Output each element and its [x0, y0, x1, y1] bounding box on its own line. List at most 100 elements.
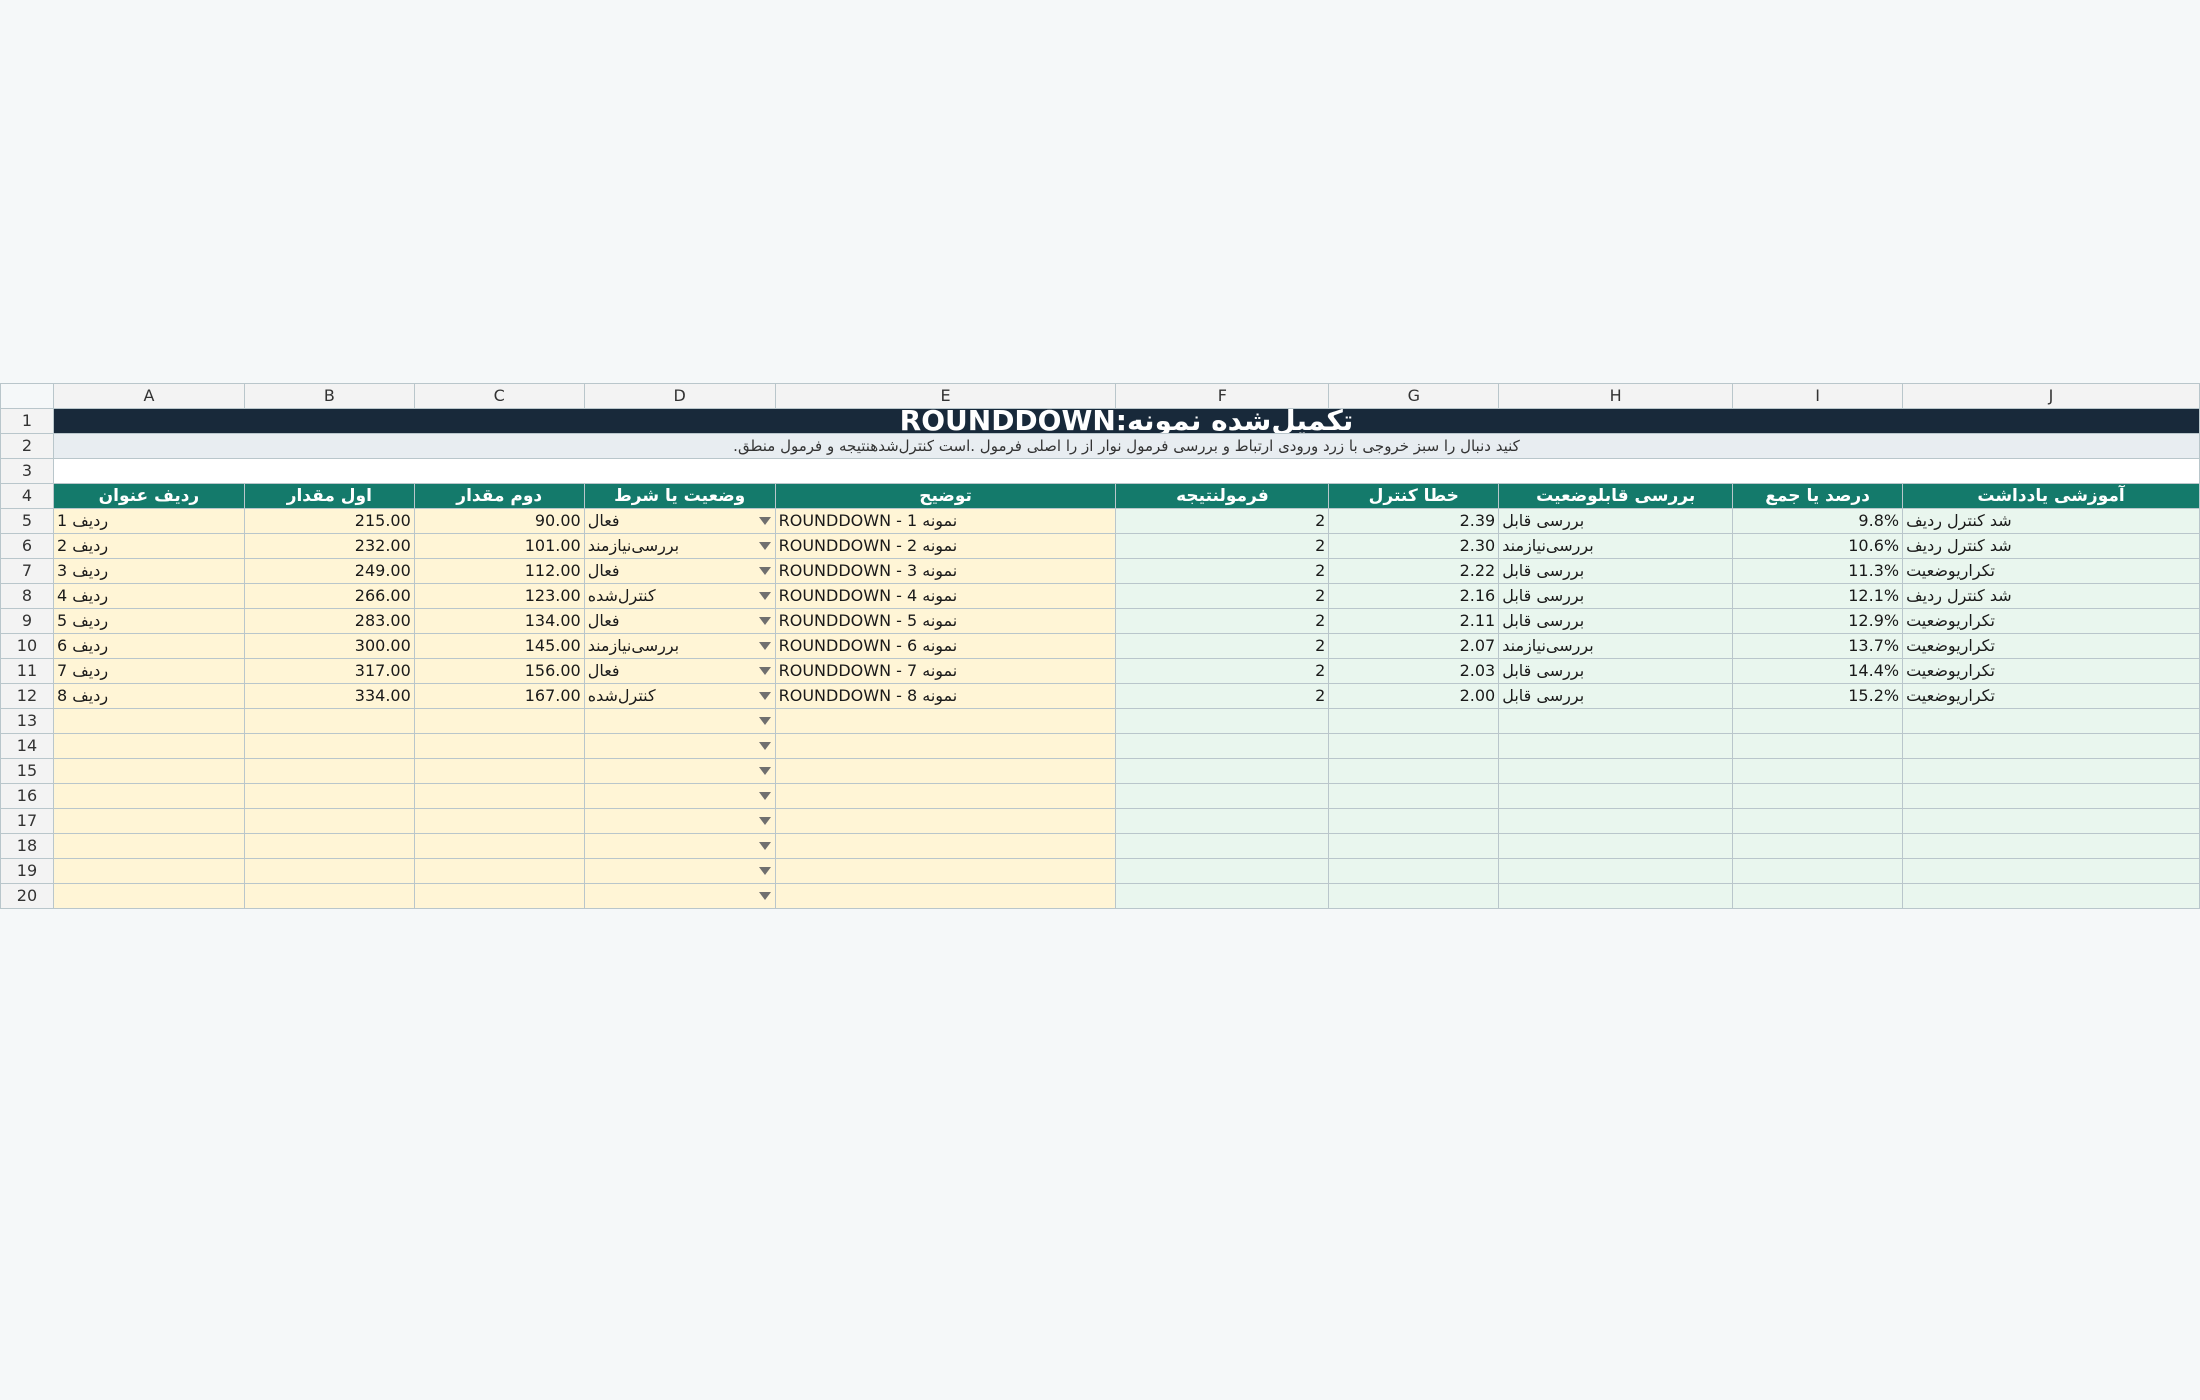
- cell-description[interactable]: ROUNDDOWN - 8 نمونه: [774, 683, 1117, 709]
- cell-status[interactable]: [583, 833, 776, 859]
- header-status[interactable]: وضعیت یا شرط: [583, 483, 776, 509]
- cell-value-1[interactable]: [243, 733, 415, 759]
- cell-review-status[interactable]: بررسی قابل: [1498, 608, 1734, 634]
- row-header[interactable]: 8: [0, 583, 54, 609]
- cell-value-2[interactable]: [413, 758, 585, 784]
- cell-row-title[interactable]: 1 ردیف: [52, 508, 245, 534]
- cell-percent[interactable]: [1732, 783, 1904, 809]
- row-header[interactable]: 3: [0, 458, 54, 484]
- cell-note[interactable]: [1902, 808, 2200, 834]
- row-header[interactable]: 19: [0, 858, 54, 884]
- cell-error-check[interactable]: 2.39: [1328, 508, 1500, 534]
- cell-status[interactable]: بررسی‌نیازمند: [583, 633, 776, 659]
- empty-cell[interactable]: [52, 458, 2200, 484]
- cell-description[interactable]: [774, 883, 1117, 909]
- row-header[interactable]: 11: [0, 658, 54, 684]
- cell-note[interactable]: [1902, 708, 2200, 734]
- column-header-g[interactable]: G: [1328, 383, 1500, 409]
- cell-review-status[interactable]: [1498, 833, 1734, 859]
- cell-value-1[interactable]: 283.00: [243, 608, 415, 634]
- cell-row-title[interactable]: 7 ردیف: [52, 658, 245, 684]
- cell-description[interactable]: ROUNDDOWN - 2 نمونه: [774, 533, 1117, 559]
- cell-value-1[interactable]: 334.00: [243, 683, 415, 709]
- cell-formula-result[interactable]: 2: [1115, 683, 1330, 709]
- cell-review-status[interactable]: بررسی قابل: [1498, 658, 1734, 684]
- cell-formula-result[interactable]: 2: [1115, 633, 1330, 659]
- cell-formula-result[interactable]: [1115, 858, 1330, 884]
- cell-value-2[interactable]: [413, 858, 585, 884]
- row-header[interactable]: 15: [0, 758, 54, 784]
- cell-review-status[interactable]: [1498, 858, 1734, 884]
- cell-note[interactable]: [1902, 783, 2200, 809]
- cell-value-1[interactable]: 317.00: [243, 658, 415, 684]
- cell-review-status[interactable]: [1498, 783, 1734, 809]
- cell-review-status[interactable]: [1498, 808, 1734, 834]
- cell-error-check[interactable]: 2.03: [1328, 658, 1500, 684]
- dropdown-arrow-icon[interactable]: [758, 742, 771, 750]
- row-header[interactable]: 4: [0, 483, 54, 509]
- row-header[interactable]: 9: [0, 608, 54, 634]
- cell-note[interactable]: تکراریوضعیت: [1902, 608, 2200, 634]
- cell-row-title[interactable]: 6 ردیف: [52, 633, 245, 659]
- cell-value-1[interactable]: 266.00: [243, 583, 415, 609]
- dropdown-arrow-icon[interactable]: [758, 842, 771, 850]
- row-header[interactable]: 6: [0, 533, 54, 559]
- cell-row-title[interactable]: 4 ردیف: [52, 583, 245, 609]
- cell-formula-result[interactable]: [1115, 883, 1330, 909]
- cell-value-2[interactable]: [413, 783, 585, 809]
- cell-formula-result[interactable]: 2: [1115, 558, 1330, 584]
- cell-note[interactable]: شد کنترل ردیف: [1902, 583, 2200, 609]
- cell-note[interactable]: تکراریوضعیت: [1902, 683, 2200, 709]
- cell-status[interactable]: کنترل‌شده: [583, 683, 776, 709]
- cell-percent[interactable]: [1732, 883, 1904, 909]
- cell-status[interactable]: فعال: [583, 658, 776, 684]
- dropdown-arrow-icon[interactable]: [758, 642, 771, 650]
- cell-note[interactable]: تکراریوضعیت: [1902, 658, 2200, 684]
- cell-percent[interactable]: 15.2%: [1732, 683, 1904, 709]
- row-header[interactable]: 12: [0, 683, 54, 709]
- cell-note[interactable]: شد کنترل ردیف: [1902, 508, 2200, 534]
- cell-value-1[interactable]: [243, 758, 415, 784]
- row-header[interactable]: 14: [0, 733, 54, 759]
- dropdown-arrow-icon[interactable]: [758, 617, 771, 625]
- header-row-title[interactable]: ردیف عنوان: [52, 483, 245, 509]
- cell-value-2[interactable]: [413, 708, 585, 734]
- cell-description[interactable]: [774, 783, 1117, 809]
- cell-note[interactable]: [1902, 833, 2200, 859]
- cell-status[interactable]: کنترل‌شده: [583, 583, 776, 609]
- cell-value-2[interactable]: 112.00: [413, 558, 585, 584]
- column-header-c[interactable]: C: [413, 383, 585, 409]
- column-header-j[interactable]: J: [1902, 383, 2200, 409]
- dropdown-arrow-icon[interactable]: [758, 817, 771, 825]
- cell-review-status[interactable]: بررسی قابل: [1498, 583, 1734, 609]
- cell-value-2[interactable]: 101.00: [413, 533, 585, 559]
- row-header[interactable]: 10: [0, 633, 54, 659]
- cell-value-1[interactable]: 215.00: [243, 508, 415, 534]
- header-description[interactable]: توضیح: [774, 483, 1117, 509]
- cell-percent[interactable]: [1732, 808, 1904, 834]
- cell-formula-result[interactable]: 2: [1115, 533, 1330, 559]
- dropdown-arrow-icon[interactable]: [758, 717, 771, 725]
- cell-status[interactable]: [583, 733, 776, 759]
- dropdown-arrow-icon[interactable]: [758, 792, 771, 800]
- cell-row-title[interactable]: [52, 733, 245, 759]
- row-header[interactable]: 18: [0, 833, 54, 859]
- cell-status[interactable]: بررسی‌نیازمند: [583, 533, 776, 559]
- cell-error-check[interactable]: 2.16: [1328, 583, 1500, 609]
- cell-percent[interactable]: 10.6%: [1732, 533, 1904, 559]
- column-header-e[interactable]: E: [774, 383, 1117, 409]
- cell-review-status[interactable]: [1498, 758, 1734, 784]
- dropdown-arrow-icon[interactable]: [758, 592, 771, 600]
- cell-value-2[interactable]: [413, 733, 585, 759]
- cell-value-2[interactable]: [413, 808, 585, 834]
- cell-description[interactable]: [774, 858, 1117, 884]
- column-header-d[interactable]: D: [583, 383, 776, 409]
- cell-error-check[interactable]: 2.30: [1328, 533, 1500, 559]
- cell-percent[interactable]: [1732, 708, 1904, 734]
- cell-row-title[interactable]: 5 ردیف: [52, 608, 245, 634]
- cell-value-2[interactable]: 156.00: [413, 658, 585, 684]
- cell-description[interactable]: ROUNDDOWN - 3 نمونه: [774, 558, 1117, 584]
- header-error-check[interactable]: خطا کنترل: [1328, 483, 1500, 509]
- dropdown-arrow-icon[interactable]: [758, 667, 771, 675]
- cell-error-check[interactable]: [1328, 858, 1500, 884]
